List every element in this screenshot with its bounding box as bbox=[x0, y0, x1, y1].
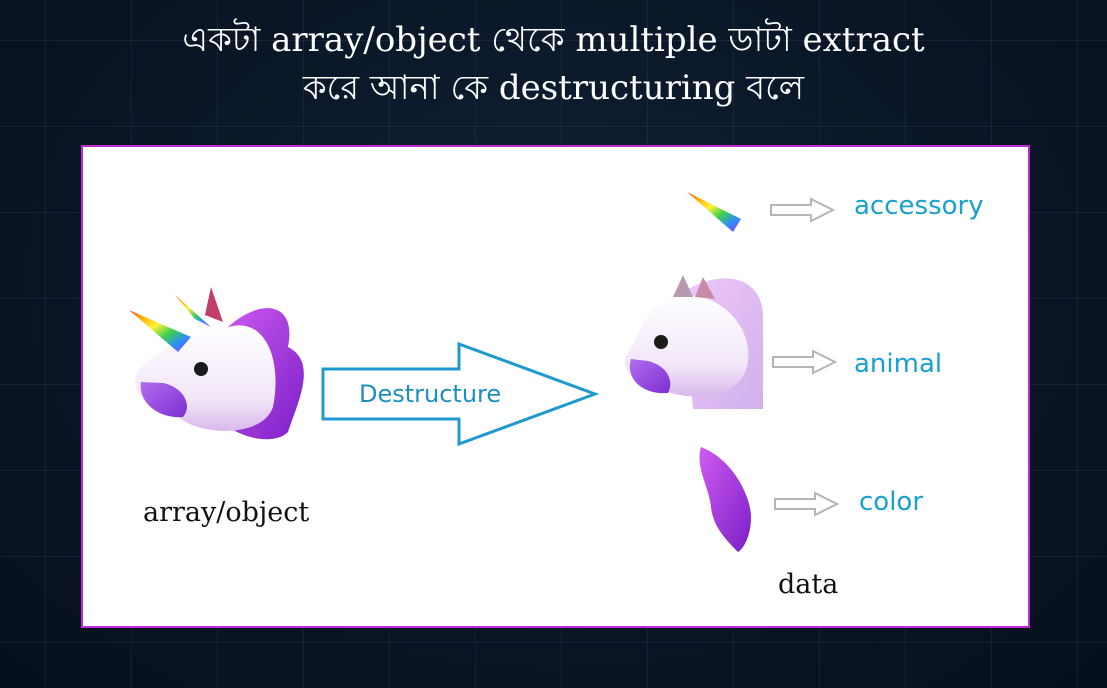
accessory-arrow-icon bbox=[770, 197, 836, 223]
output-label-color: color bbox=[859, 487, 924, 517]
output-label-accessory: accessory bbox=[854, 191, 984, 221]
unicorn-icon bbox=[129, 287, 304, 440]
source-caption: array/object bbox=[143, 497, 310, 528]
page-title-line-2: করে আনা কে destructuring বলে bbox=[302, 68, 805, 108]
diagram-panel: Destructure accessory animal color array… bbox=[81, 145, 1030, 628]
purple-mane-icon bbox=[699, 447, 751, 552]
horse-head-icon bbox=[624, 275, 763, 409]
unicorn-horn-icon bbox=[687, 192, 741, 232]
output-caption: data bbox=[778, 569, 839, 600]
color-arrow-icon bbox=[774, 491, 840, 517]
destructure-label: Destructure bbox=[359, 380, 502, 408]
output-label-animal: animal bbox=[854, 349, 943, 379]
animal-arrow-icon bbox=[772, 349, 838, 375]
